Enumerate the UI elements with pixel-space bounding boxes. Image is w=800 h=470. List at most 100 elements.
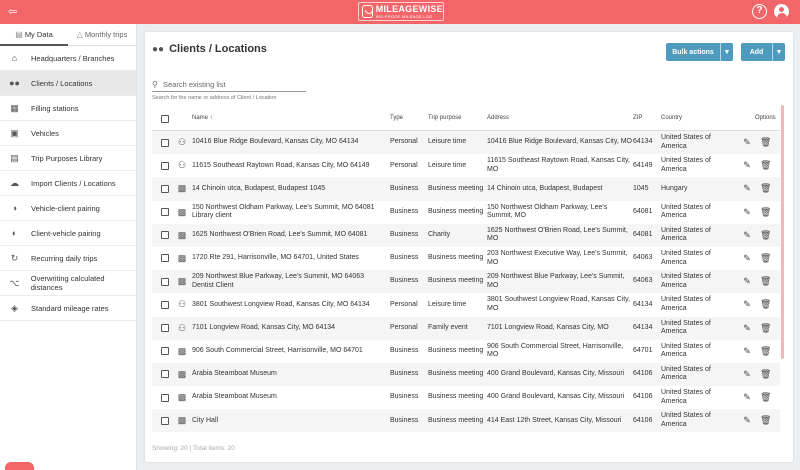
cell-type: Business — [390, 370, 419, 378]
delete-icon[interactable]: 🗑 — [760, 415, 771, 426]
row-checkbox[interactable] — [161, 254, 169, 263]
edit-icon[interactable]: ✎ — [742, 253, 752, 264]
table-row[interactable]: ▩ Arabia Steamboat Museum Business Business… — [152, 362, 780, 387]
table-row[interactable]: ▩ 906 South Commercial Street, Harrisonvi… — [152, 340, 780, 363]
briefcase-icon: ▩ — [177, 368, 187, 379]
delete-icon[interactable]: 🗑 — [760, 276, 771, 287]
cell-name: 3801 Southwest Longview Road, Kansas Cit… — [192, 300, 370, 308]
logo: MILEAGEWISE IRS-PROOF MILEAGE LOG — [358, 2, 444, 21]
row-checkbox[interactable] — [161, 277, 169, 286]
edit-icon[interactable]: ✎ — [742, 323, 752, 334]
table-row[interactable]: ⚇ 3801 Southwest Longview Road, Kansas Ci… — [152, 293, 780, 316]
column-name-header[interactable]: Name ↑ — [192, 115, 213, 121]
delete-icon[interactable]: 🗑 — [760, 346, 771, 357]
table-row[interactable]: ▩ 1720 Rte 291, Harrisonville, MO 64701, … — [152, 247, 780, 270]
delete-icon[interactable]: 🗑 — [760, 253, 771, 264]
bulk-actions-button[interactable]: Bulk actions ▼ — [666, 43, 733, 61]
row-checkbox[interactable] — [161, 184, 169, 193]
edit-icon[interactable]: ✎ — [742, 207, 752, 218]
delete-icon[interactable]: 🗑 — [760, 369, 771, 380]
cell-type: Personal — [390, 300, 418, 308]
edit-icon[interactable]: ✎ — [742, 276, 752, 287]
row-checkbox[interactable] — [161, 416, 169, 425]
edit-icon[interactable]: ✎ — [742, 230, 752, 241]
edit-icon[interactable]: ✎ — [742, 299, 752, 310]
sidebar-item-recurring-trips[interactable]: ↻ Recurring daily trips — [0, 246, 136, 271]
edit-icon[interactable]: ✎ — [742, 137, 752, 148]
account-icon[interactable] — [774, 4, 789, 19]
sidebar-item-vehicle-client-pairing[interactable]: ◑ Vehicle-client pairing — [0, 196, 136, 221]
table-row[interactable]: ⚇ 10416 Blue Ridge Boulevard, Kansas City… — [152, 131, 780, 155]
column-zip-header[interactable]: ZIP — [633, 115, 642, 121]
briefcase-icon: ▩ — [177, 252, 187, 263]
row-checkbox[interactable] — [161, 300, 169, 309]
sidebar-item-filling-stations[interactable]: ▦ Filling stations — [0, 96, 136, 121]
table-row[interactable]: ▩ 209 Northwest Blue Parkway, Lee's Summi… — [152, 270, 780, 294]
delete-icon[interactable]: 🗑 — [760, 160, 771, 171]
add-label[interactable]: Add — [741, 43, 772, 61]
edit-icon[interactable]: ✎ — [742, 392, 752, 403]
delete-icon[interactable]: 🗑 — [760, 323, 771, 334]
chat-icon[interactable]: ✉ — [5, 462, 34, 470]
sidebar-item-import[interactable]: ☁ Import Clients / Locations — [0, 171, 136, 196]
delete-icon[interactable]: 🗑 — [760, 392, 771, 403]
search-input[interactable] — [163, 80, 303, 89]
logo-mark-icon — [362, 5, 373, 18]
row-checkbox[interactable] — [161, 231, 169, 240]
column-type-header[interactable]: Type — [390, 115, 403, 121]
tab-monthly-trips[interactable]: △ Monthly trips — [68, 24, 136, 45]
edit-icon[interactable]: ✎ — [742, 160, 752, 171]
delete-icon[interactable]: 🗑 — [760, 183, 771, 194]
row-checkbox[interactable] — [161, 161, 169, 170]
sidebar-item-label: Headquarters / Branches — [31, 53, 115, 63]
page-title: ●● Clients / Locations — [152, 43, 267, 55]
column-address-header[interactable]: Address — [487, 115, 509, 121]
add-button[interactable]: Add ▼ — [741, 43, 785, 61]
row-checkbox[interactable] — [161, 138, 169, 147]
edit-icon[interactable]: ✎ — [742, 369, 752, 380]
column-purpose-header[interactable]: Trip purpose — [428, 115, 461, 121]
table-row[interactable]: ▩ 14 Chinoin utca, Budapest, Budapest 104… — [152, 177, 780, 201]
sidebar-item-mileage-rates[interactable]: ◈ Standard mileage rates — [0, 296, 136, 321]
chevron-down-icon[interactable]: ▼ — [772, 43, 785, 61]
delete-icon[interactable]: 🗑 — [760, 230, 771, 241]
edit-icon[interactable]: ✎ — [742, 415, 752, 426]
briefcase-icon: ▩ — [177, 392, 187, 403]
table-row[interactable]: ▩ Arabia Steamboat Museum Business Business… — [152, 386, 780, 409]
row-checkbox[interactable] — [161, 370, 169, 379]
sidebar-item-trip-purposes[interactable]: ▤ Trip Purposes Library — [0, 146, 136, 171]
home-icon: ⌂ — [11, 53, 18, 63]
help-icon[interactable]: ? — [752, 4, 767, 19]
row-checkbox[interactable] — [161, 208, 169, 217]
row-checkbox[interactable] — [161, 347, 169, 356]
collapse-menu-icon[interactable]: ⇦ — [8, 6, 22, 18]
table-row[interactable]: ▩ City Hall Business Business meeting 414 Ea… — [152, 409, 780, 433]
search-hint: Search for the name or address of Client… — [152, 95, 277, 101]
table-row[interactable]: ⚇ 7101 Longview Road, Kansas City, MO 641… — [152, 316, 780, 340]
sidebar-item-headquarters[interactable]: ⌂ Headquarters / Branches — [0, 46, 136, 71]
chevron-down-icon[interactable]: ▼ — [720, 43, 733, 61]
sidebar-item-client-vehicle-pairing[interactable]: ◐ Client-vehicle pairing — [0, 221, 136, 246]
row-checkbox[interactable] — [161, 324, 169, 332]
bulk-actions-label[interactable]: Bulk actions — [666, 43, 720, 61]
select-all-checkbox[interactable] — [161, 115, 169, 123]
tab-my-data[interactable]: ▤ My Data — [0, 24, 68, 46]
table-row[interactable]: ▩ 150 Northwest Oldham Parkway, Lee's Sum… — [152, 201, 780, 224]
table-row[interactable]: ▩ 1625 Northwest O'Brien Road, Lee's Summ… — [152, 223, 780, 247]
table-row[interactable]: ⚇ 11615 Southeast Raytown Road, Kansas Ci… — [152, 154, 780, 177]
edit-icon[interactable]: ✎ — [742, 346, 752, 357]
tag-icon: ◈ — [11, 303, 18, 313]
row-checkbox[interactable] — [161, 393, 169, 402]
delete-icon[interactable]: 🗑 — [760, 137, 771, 148]
column-country-header[interactable]: Country — [661, 115, 682, 121]
cell-purpose: Leisure time — [428, 138, 467, 146]
sidebar-item-clients[interactable]: ●● Clients / Locations — [0, 71, 136, 96]
delete-icon[interactable]: 🗑 — [760, 299, 771, 310]
sidebar-item-overwriting-distances[interactable]: ⌥ Overwriting calculated distances — [0, 271, 136, 296]
scrollbar[interactable] — [781, 105, 784, 359]
sidebar-item-vehicles[interactable]: ▣ Vehicles — [0, 121, 136, 146]
edit-icon[interactable]: ✎ — [742, 183, 752, 194]
sidebar-item-label: Overwriting calculated distances — [30, 274, 105, 292]
delete-icon[interactable]: 🗑 — [760, 207, 771, 218]
cell-name: Arabia Steamboat Museum — [192, 393, 277, 401]
